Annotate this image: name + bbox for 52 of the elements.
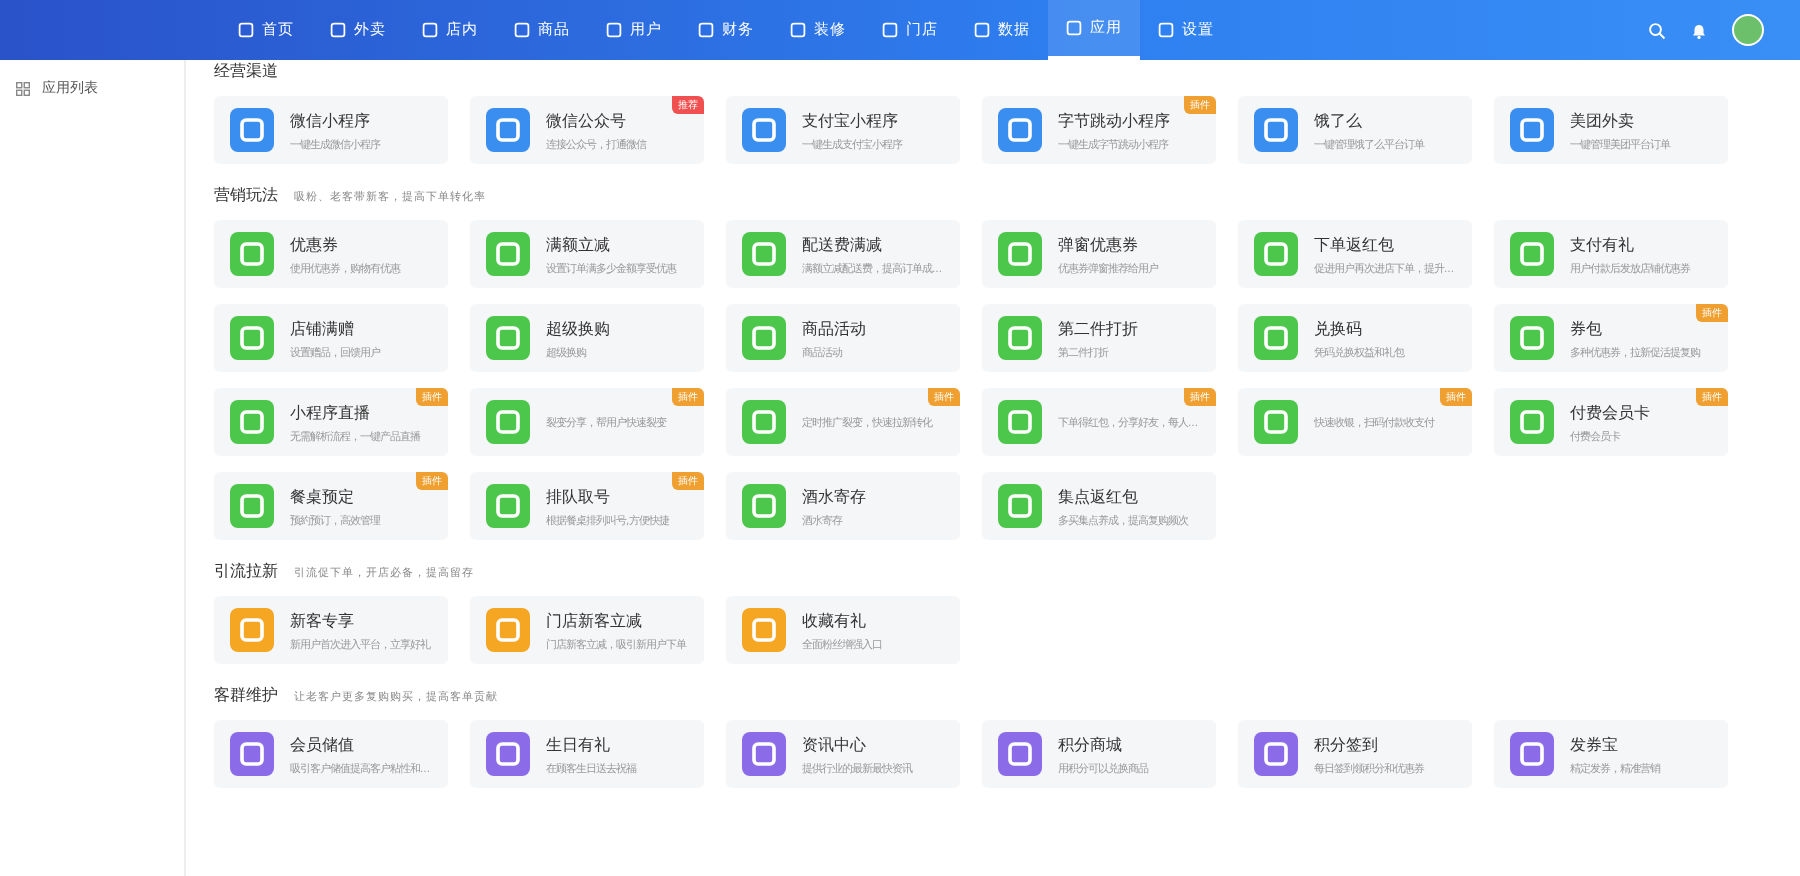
card-title: 美团外卖 (1570, 109, 1636, 131)
card-title: 弹窗优惠券 (1058, 233, 1140, 255)
card-title: 店铺满赠 (290, 317, 356, 339)
square-outline-icon (1158, 22, 1174, 38)
card-title: 门店新客立减 (546, 609, 644, 631)
card-title: 兑换码 (1314, 317, 1364, 339)
card-title: 饿了么 (1314, 109, 1364, 131)
square-outline-icon (330, 22, 346, 38)
card-title: 生日有礼 (546, 733, 612, 755)
card-title: 积分商城 (1058, 733, 1124, 755)
square-outline-icon (974, 22, 990, 38)
section-title: 客群维护 (214, 684, 278, 706)
card-title: 积分签到 (1314, 733, 1380, 755)
card-title: 支付有礼 (1570, 233, 1636, 255)
square-outline-icon (1066, 20, 1082, 36)
card-title: 会员储值 (290, 733, 356, 755)
card-title: 排队取号 (546, 485, 612, 507)
card-title: 新客专享 (290, 609, 356, 631)
square-outline-icon (882, 22, 898, 38)
card-title: 付费会员卡 (1570, 401, 1650, 423)
section-title: 营销玩法 (214, 184, 278, 206)
square-outline-icon (790, 22, 806, 38)
card-title: 微信公众号 (546, 109, 628, 131)
section-title: 经营渠道 (214, 60, 278, 82)
card-title: 集点返红包 (1058, 485, 1140, 507)
card-title: 发券宝 (1570, 733, 1620, 755)
bell-icon[interactable] (1690, 21, 1708, 39)
card-title: 微信小程序 (290, 109, 372, 131)
card-title: 支付宝小程序 (802, 109, 900, 131)
card-title: 第二件打折 (1058, 317, 1138, 339)
card-title: 餐桌预定 (290, 485, 356, 507)
card-title: 资讯中心 (802, 733, 868, 755)
card-title: 字节跳动小程序 (1058, 109, 1170, 131)
grid-icon (16, 81, 30, 95)
square-outline-icon (698, 22, 714, 38)
card-title: 优惠券 (290, 233, 340, 255)
square-outline-icon (238, 22, 254, 38)
avatar[interactable] (1732, 14, 1764, 46)
card-title: 满额立减 (546, 233, 612, 255)
square-outline-icon (606, 22, 622, 38)
square-outline-icon (422, 22, 438, 38)
card-title: 酒水寄存 (802, 485, 866, 507)
section-title: 引流拉新 (214, 560, 278, 582)
card-title: 商品活动 (802, 317, 866, 339)
search-icon[interactable] (1648, 21, 1666, 39)
card-title: 配送费满减 (802, 233, 884, 255)
card-title: 下单返红包 (1314, 233, 1396, 255)
card-title: 收藏有礼 (802, 609, 868, 631)
card-title: 超级换购 (546, 317, 610, 339)
square-outline-icon (514, 22, 530, 38)
card-title: 券包 (1570, 317, 1604, 339)
card-title: 小程序直播 (290, 401, 372, 423)
